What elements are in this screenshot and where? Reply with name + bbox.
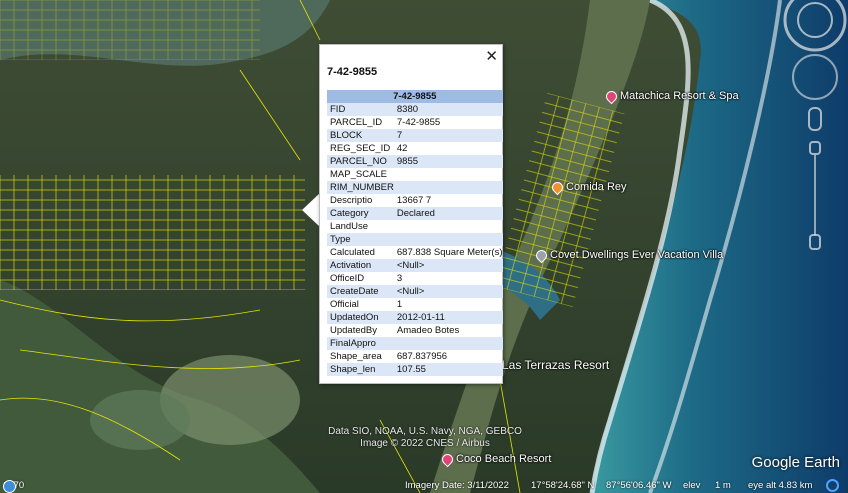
- attribute-value: 42: [396, 143, 408, 154]
- attribute-value: [393, 337, 503, 350]
- table-row: FID 8380: [327, 103, 503, 116]
- map-pin-icon: [603, 88, 620, 104]
- attribute-key: PARCEL_NO: [327, 155, 394, 168]
- attribute-value: 687.838 Square Meter(s): [396, 247, 503, 258]
- table-row: MAP_SCALE: [327, 168, 503, 181]
- attribute-key: LandUse: [330, 221, 369, 232]
- attribute-value: Declared: [393, 207, 503, 220]
- attribute-value: 13667 7: [396, 195, 432, 206]
- attribute-key: Official: [330, 299, 359, 310]
- street-view-icon: [808, 107, 822, 131]
- attribute-value: 107.55: [393, 363, 503, 376]
- attribute-key: Activation: [327, 259, 394, 272]
- table-row: Shape_len 107.55: [327, 363, 503, 376]
- attribute-value: [393, 181, 503, 194]
- table-row: Category Declared: [327, 207, 503, 220]
- table-row: UpdatedOn 2012-01-11: [327, 311, 503, 324]
- balloon-title: 7-42-9855: [327, 66, 378, 78]
- place-covet-dwellings[interactable]: Covet Dwellings Ever Vacation Villa: [533, 247, 723, 263]
- attribute-key: REG_SEC_ID: [330, 143, 391, 154]
- attribute-key: Type: [327, 233, 394, 246]
- attribute-value: <Null>: [393, 259, 503, 272]
- attribute-value: Amadeo Botes: [396, 325, 460, 336]
- table-row: LandUse: [327, 220, 503, 233]
- close-icon[interactable]: ✕: [485, 47, 498, 65]
- attribute-value: 3: [396, 273, 403, 284]
- zoom-in-icon: [809, 141, 821, 155]
- attribute-key: Calculated: [330, 247, 375, 258]
- elevation-value: 1 m: [715, 480, 731, 491]
- place-comida-rey[interactable]: Comida Rey: [549, 179, 627, 195]
- attribute-key: FinalAppro: [327, 337, 394, 350]
- latitude: 17°58'24.68" N: [531, 480, 595, 491]
- attribute-table: 7-42-9855 FID 8380 PARCEL_ID 7-42-9855 BLOCK…: [327, 90, 503, 376]
- attribute-key: Category: [327, 207, 394, 220]
- navigation-controls[interactable]: [780, 0, 848, 260]
- attribute-value: [394, 168, 503, 181]
- imagery-date: Imagery Date: 3/11/2022: [405, 480, 509, 491]
- table-row: Activation <Null>: [327, 259, 503, 272]
- food-pin-icon: [549, 179, 566, 195]
- attribute-key: CreateDate: [327, 285, 394, 298]
- table-row: CreateDate <Null>: [327, 285, 503, 298]
- attribute-key: UpdatedBy: [330, 325, 378, 336]
- table-row: OfficeID 3: [327, 272, 503, 285]
- attribute-value: [394, 220, 503, 233]
- map-pin-icon: [439, 451, 456, 467]
- attribute-value: 7-42-9855: [396, 117, 441, 128]
- lodging-pin-icon: [533, 247, 550, 263]
- balloon-tail: [302, 193, 320, 227]
- attribute-key: MAP_SCALE: [330, 169, 388, 180]
- move-ring-icon: [792, 54, 838, 100]
- table-row: UpdatedBy Amadeo Botes: [327, 324, 503, 337]
- clock-icon: [3, 480, 16, 493]
- table-row: Type: [327, 233, 503, 246]
- google-earth-logo: Google Earth: [751, 454, 840, 471]
- table-row: PARCEL_NO 9855: [327, 155, 503, 168]
- attribute-key: UpdatedOn: [327, 311, 394, 324]
- place-matachica[interactable]: Matachica Resort & Spa: [603, 88, 739, 104]
- attribute-key: RIM_NUMBER: [327, 181, 394, 194]
- table-row: Descriptio 13667 7: [327, 194, 503, 207]
- attribute-key: PARCEL_ID: [330, 117, 383, 128]
- status-bar: 1970 Imagery Date: 3/11/2022 17°58'24.68…: [0, 479, 848, 493]
- attribute-value: 7: [393, 129, 503, 142]
- longitude: 87°56'06.46" W: [606, 480, 672, 491]
- attribute-value: <Null>: [393, 285, 503, 298]
- eye-altitude: eye alt 4.83 km: [748, 480, 813, 491]
- table-row: RIM_NUMBER: [327, 181, 503, 194]
- table-row: BLOCK 7: [327, 129, 503, 142]
- attribute-key: BLOCK: [327, 129, 394, 142]
- place-coco-beach[interactable]: Coco Beach Resort: [439, 451, 551, 467]
- table-row: Official 1: [327, 298, 503, 311]
- elevation-label: elev: [683, 480, 701, 491]
- attribute-key: FID: [327, 103, 394, 116]
- label-las-terrazas[interactable]: Las Terrazas Resort: [502, 358, 609, 372]
- attribute-value: 9855: [393, 155, 503, 168]
- attribute-value: [393, 233, 503, 246]
- table-header: 7-42-9855: [327, 90, 503, 103]
- table-row: PARCEL_ID 7-42-9855: [327, 116, 503, 129]
- table-row: Shape_area 687.837956: [327, 350, 503, 363]
- attribute-value: 2012-01-11: [393, 311, 503, 324]
- attribute-value: 687.837956: [396, 351, 448, 362]
- attribute-key: Shape_len: [327, 363, 394, 376]
- attribute-key: OfficeID: [330, 273, 365, 284]
- zoom-out-icon: [809, 234, 821, 250]
- attribute-key: Shape_area: [330, 351, 382, 362]
- imagery-attribution: Data SIO, NOAA, U.S. Navy, NGA, GEBCO Im…: [328, 426, 522, 449]
- attribute-value: 1: [396, 299, 403, 310]
- table-row: REG_SEC_ID 42: [327, 142, 503, 155]
- attribute-value: 8380: [393, 103, 503, 116]
- streaming-indicator-icon: [826, 479, 839, 492]
- attribute-key: Descriptio: [330, 195, 373, 206]
- look-ring-icon: [783, 0, 847, 52]
- table-row: Calculated 687.838 Square Meter(s): [327, 246, 503, 259]
- historical-imagery-badge[interactable]: 1970: [3, 480, 24, 493]
- parcel-info-balloon: ✕ 7-42-9855 7-42-9855 FID 8380 PARCEL_ID 7-…: [319, 44, 503, 384]
- table-row: FinalAppro: [327, 337, 503, 350]
